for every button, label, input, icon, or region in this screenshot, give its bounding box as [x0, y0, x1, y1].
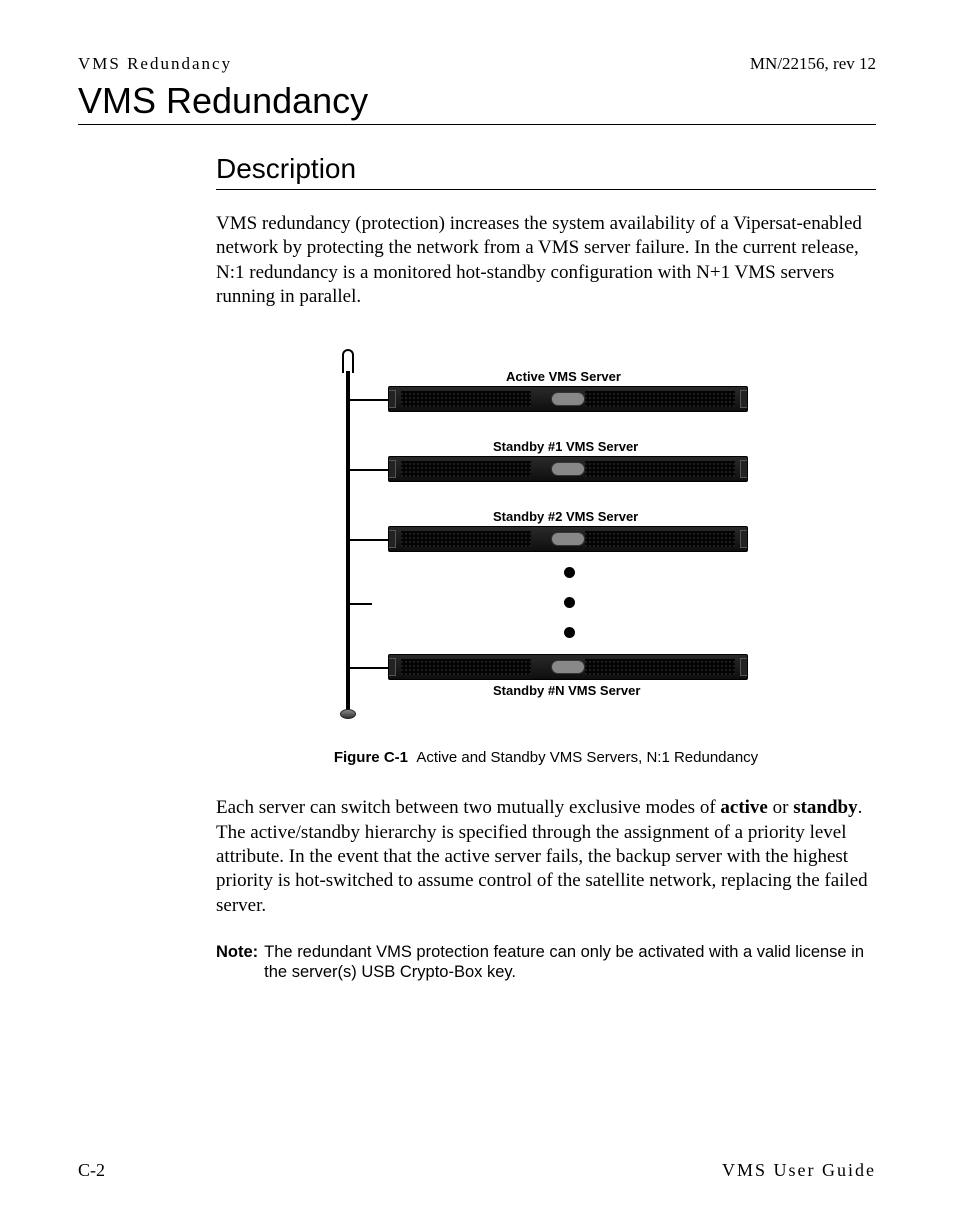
bus-stub-icon: [350, 469, 388, 471]
server-label-active: Active VMS Server: [506, 369, 621, 384]
note-block: Note: The redundant VMS protection featu…: [216, 942, 876, 983]
server-label-standbyn: Standby #N VMS Server: [493, 683, 640, 698]
term-active: active: [720, 797, 767, 818]
bus-stub-icon: [350, 539, 388, 541]
para2-pre: Each server can switch between two mutua…: [216, 797, 720, 818]
network-bus-top-icon: [342, 349, 354, 373]
network-bus-line-icon: [346, 371, 350, 711]
section-heading-description: Description: [216, 153, 876, 190]
description-paragraph-1: VMS redundancy (protection) increases th…: [216, 212, 876, 309]
ellipsis-dot-icon: [564, 597, 575, 608]
ellipsis-dot-icon: [564, 567, 575, 578]
running-header-section: VMS Redundancy: [78, 54, 232, 74]
page-title: VMS Redundancy: [78, 80, 876, 125]
page-number: C-2: [78, 1160, 105, 1181]
redundancy-diagram: Active VMS Server Standby #1 VMS Server …: [316, 345, 776, 735]
server-label-standby1: Standby #1 VMS Server: [493, 439, 638, 454]
bus-stub-icon: [350, 667, 388, 669]
figure-c1: Active VMS Server Standby #1 VMS Server …: [216, 345, 876, 766]
ellipsis-dot-icon: [564, 627, 575, 638]
figure-caption: Figure C-1 Active and Standby VMS Server…: [334, 749, 758, 766]
figure-id: Figure C-1: [334, 749, 408, 766]
figure-caption-text: Active and Standby VMS Servers, N:1 Redu…: [416, 749, 758, 766]
server-rack-icon: [388, 526, 748, 552]
bus-stub-icon: [350, 603, 372, 605]
server-rack-icon: [388, 386, 748, 412]
server-rack-icon: [388, 654, 748, 680]
term-standby: standby: [793, 797, 857, 818]
server-rack-icon: [388, 456, 748, 482]
description-paragraph-2: Each server can switch between two mutua…: [216, 796, 876, 918]
bus-stub-icon: [350, 399, 388, 401]
para2-mid: or: [768, 797, 793, 818]
note-label: Note:: [216, 942, 258, 983]
server-label-standby2: Standby #2 VMS Server: [493, 509, 638, 524]
footer-guide-name: VMS User Guide: [722, 1160, 876, 1181]
network-bus-bottom-icon: [340, 709, 356, 719]
running-header-docid: MN/22156, rev 12: [750, 54, 876, 74]
note-text: The redundant VMS protection feature can…: [264, 942, 876, 983]
